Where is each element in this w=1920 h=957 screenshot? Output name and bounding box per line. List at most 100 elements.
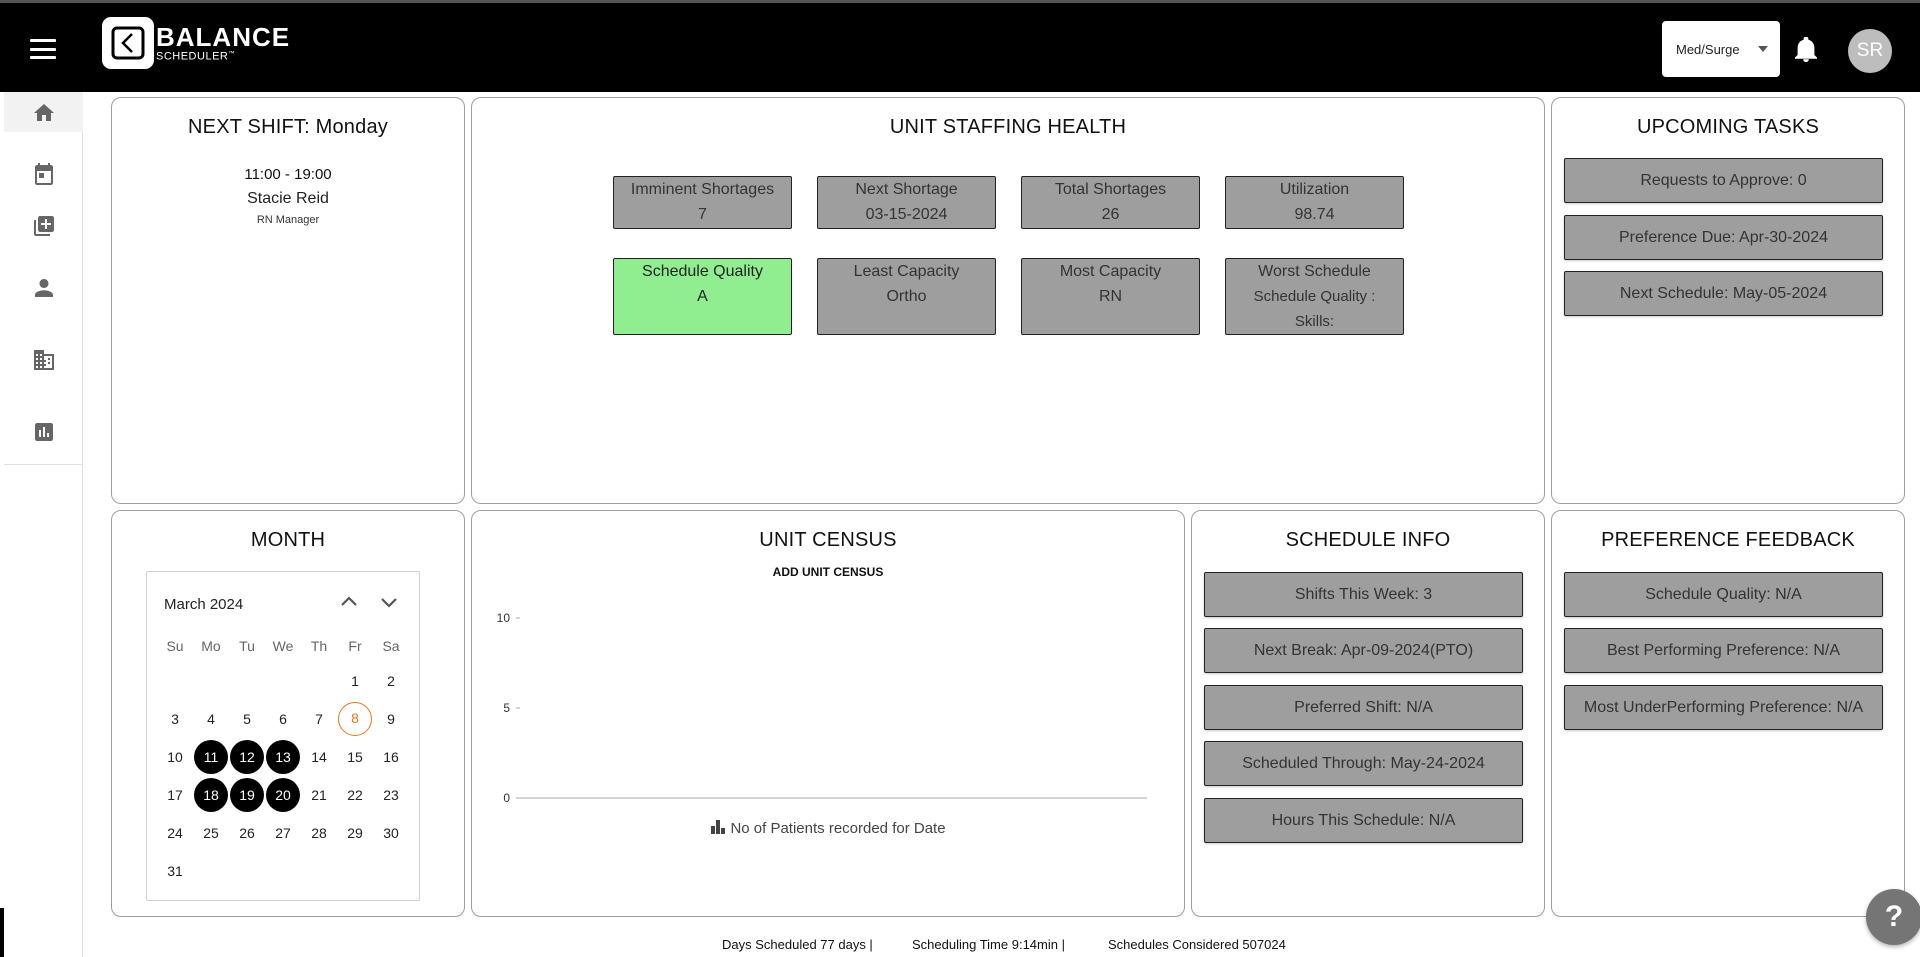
sidebar-nav xyxy=(4,92,83,957)
calendar-weekday-fr: Fr xyxy=(348,638,362,654)
tile-worst-schedule[interactable]: Worst Schedule Schedule Quality : Skills… xyxy=(1225,258,1404,335)
info-hours-this-schedule[interactable]: Hours This Schedule: N/A xyxy=(1204,798,1523,843)
tile-imminent-shortages[interactable]: Imminent Shortages 7 xyxy=(613,176,792,229)
tile-utilization[interactable]: Utilization 98.74 xyxy=(1225,176,1404,229)
sidebar-item-calendar[interactable] xyxy=(4,154,83,194)
chevron-up-icon xyxy=(341,596,357,606)
calendar-day[interactable]: 11 xyxy=(194,740,228,774)
calendar-day[interactable]: 19 xyxy=(230,778,264,812)
brand-title: BALANCE xyxy=(156,21,291,52)
calendar-day[interactable]: 30 xyxy=(374,816,408,850)
calendar-day[interactable]: 24 xyxy=(158,816,192,850)
calendar-day[interactable]: 23 xyxy=(374,778,408,812)
calendar-day[interactable]: 8 xyxy=(338,702,372,736)
info-next-break[interactable]: Next Break: Apr-09-2024(PTO) xyxy=(1204,628,1523,673)
notifications-bell-icon[interactable] xyxy=(1794,36,1818,68)
calendar-icon xyxy=(34,163,53,185)
calendar-day[interactable]: 10 xyxy=(158,740,192,774)
calendar-weekday-we: We xyxy=(272,638,294,654)
calendar-day[interactable]: 17 xyxy=(158,778,192,812)
brand-logo[interactable]: BALANCE SCHEDULER™ xyxy=(102,17,290,69)
calendar-month-label: March 2024 xyxy=(164,596,244,613)
calendar-day[interactable]: 12 xyxy=(230,740,264,774)
census-legend[interactable]: No of Patients recorded for Date xyxy=(472,819,1184,837)
bar-chart-legend-icon xyxy=(711,820,726,834)
tile-value: 98.74 xyxy=(1294,206,1335,223)
unit-census-chart: 0 5 10 xyxy=(497,611,1147,805)
tile-value-secondary: Skills: xyxy=(1294,313,1335,330)
unit-select[interactable]: Med/Surge xyxy=(1662,21,1780,77)
census-y-tick-label: 10 xyxy=(497,611,511,625)
calendar-day[interactable]: 15 xyxy=(338,740,372,774)
preference-feedback-title: PREFERENCE FEEDBACK xyxy=(1601,529,1855,551)
calendar-day[interactable]: 28 xyxy=(302,816,336,850)
info-preferred-shift[interactable]: Preferred Shift: N/A xyxy=(1204,685,1523,730)
calendar-weekday-mo: Mo xyxy=(201,638,221,654)
info-shifts-this-week[interactable]: Shifts This Week: 3 xyxy=(1204,572,1523,617)
calendar-day[interactable]: 27 xyxy=(266,816,300,850)
calendar-weekday-sa: Sa xyxy=(382,638,400,654)
sidebar-item-staff[interactable] xyxy=(4,268,83,308)
sidebar-item-units[interactable] xyxy=(4,340,83,380)
schedule-info-card: SCHEDULE INFO Shifts This Week: 3 Next B… xyxy=(1191,510,1545,917)
calendar-day[interactable]: 14 xyxy=(302,740,336,774)
left-edge-strip xyxy=(0,908,4,957)
calendar-day[interactable]: 31 xyxy=(158,854,192,888)
calendar-day[interactable]: 25 xyxy=(194,816,228,850)
calendar-day[interactable]: 20 xyxy=(266,778,300,812)
footer-schedules-considered: Schedules Considered 507024 xyxy=(1108,937,1286,952)
calendar-day[interactable]: 16 xyxy=(374,740,408,774)
tile-label: Imminent Shortages xyxy=(630,181,775,198)
footer-days-scheduled: Days Scheduled 77 days | xyxy=(722,937,873,952)
tile-next-shortage[interactable]: Next Shortage 03-15-2024 xyxy=(817,176,996,229)
tile-label: Worst Schedule xyxy=(1258,263,1371,280)
calendar-day[interactable]: 26 xyxy=(230,816,264,850)
staffing-health-title: UNIT STAFFING HEALTH xyxy=(889,116,1127,138)
pref-most-underperforming[interactable]: Most UnderPerforming Preference: N/A xyxy=(1564,685,1883,730)
calendar-day[interactable]: 4 xyxy=(194,702,228,736)
tile-least-capacity[interactable]: Least Capacity Ortho xyxy=(817,258,996,335)
calendar-day[interactable]: 3 xyxy=(158,702,192,736)
calendar-day[interactable]: 1 xyxy=(338,664,372,698)
calendar-day[interactable]: 21 xyxy=(302,778,336,812)
pref-best-performing[interactable]: Best Performing Preference: N/A xyxy=(1564,628,1883,673)
home-icon xyxy=(33,104,54,121)
sidebar-item-add-schedule[interactable] xyxy=(4,206,83,246)
task-next-schedule[interactable]: Next Schedule: May-05-2024 xyxy=(1564,271,1883,316)
calendar-day[interactable]: 6 xyxy=(266,702,300,736)
tile-schedule-quality[interactable]: Schedule Quality A xyxy=(613,258,792,335)
tile-value: 26 xyxy=(1101,206,1120,223)
add-library-icon xyxy=(33,216,54,236)
help-button[interactable]: ? xyxy=(1866,889,1920,945)
preference-feedback-card: PREFERENCE FEEDBACK Schedule Quality: N/… xyxy=(1551,510,1905,917)
tile-total-shortages[interactable]: Total Shortages 26 xyxy=(1021,176,1200,229)
brand-subtitle: SCHEDULER xyxy=(156,50,229,63)
calendar-day[interactable]: 13 xyxy=(266,740,300,774)
calendar-day[interactable]: 29 xyxy=(338,816,372,850)
tile-most-capacity[interactable]: Most Capacity RN xyxy=(1021,258,1200,335)
calendar-day[interactable]: 2 xyxy=(374,664,408,698)
tile-label: Least Capacity xyxy=(853,263,960,280)
unit-select-value: Med/Surge xyxy=(1676,41,1740,57)
info-scheduled-through[interactable]: Scheduled Through: May-24-2024 xyxy=(1204,741,1523,786)
tile-value: Ortho xyxy=(886,288,927,305)
calendar-day[interactable]: 18 xyxy=(194,778,228,812)
calendar-day[interactable]: 7 xyxy=(302,702,336,736)
calendar-day[interactable]: 5 xyxy=(230,702,264,736)
calendar-day[interactable]: 9 xyxy=(374,702,408,736)
sidebar-item-reports[interactable] xyxy=(4,412,83,452)
pref-schedule-quality[interactable]: Schedule Quality: N/A xyxy=(1564,572,1883,617)
task-requests-to-approve[interactable]: Requests to Approve: 0 xyxy=(1564,158,1883,203)
user-avatar[interactable]: SR xyxy=(1848,29,1892,73)
calendar-day[interactable]: 22 xyxy=(338,778,372,812)
shift-employee-role: RN Manager xyxy=(256,214,320,226)
calendar-prev-button[interactable] xyxy=(339,592,359,617)
sidebar-item-home[interactable] xyxy=(4,92,83,132)
tile-label: Next Shortage xyxy=(855,181,958,198)
census-y-tick-label: 0 xyxy=(503,791,510,805)
task-preference-due[interactable]: Preference Due: Apr-30-2024 xyxy=(1564,215,1883,260)
calendar-next-button[interactable] xyxy=(379,592,399,617)
tile-value: 03-15-2024 xyxy=(865,206,948,223)
menu-icon[interactable] xyxy=(30,39,56,59)
logo-mark-icon xyxy=(102,17,154,69)
